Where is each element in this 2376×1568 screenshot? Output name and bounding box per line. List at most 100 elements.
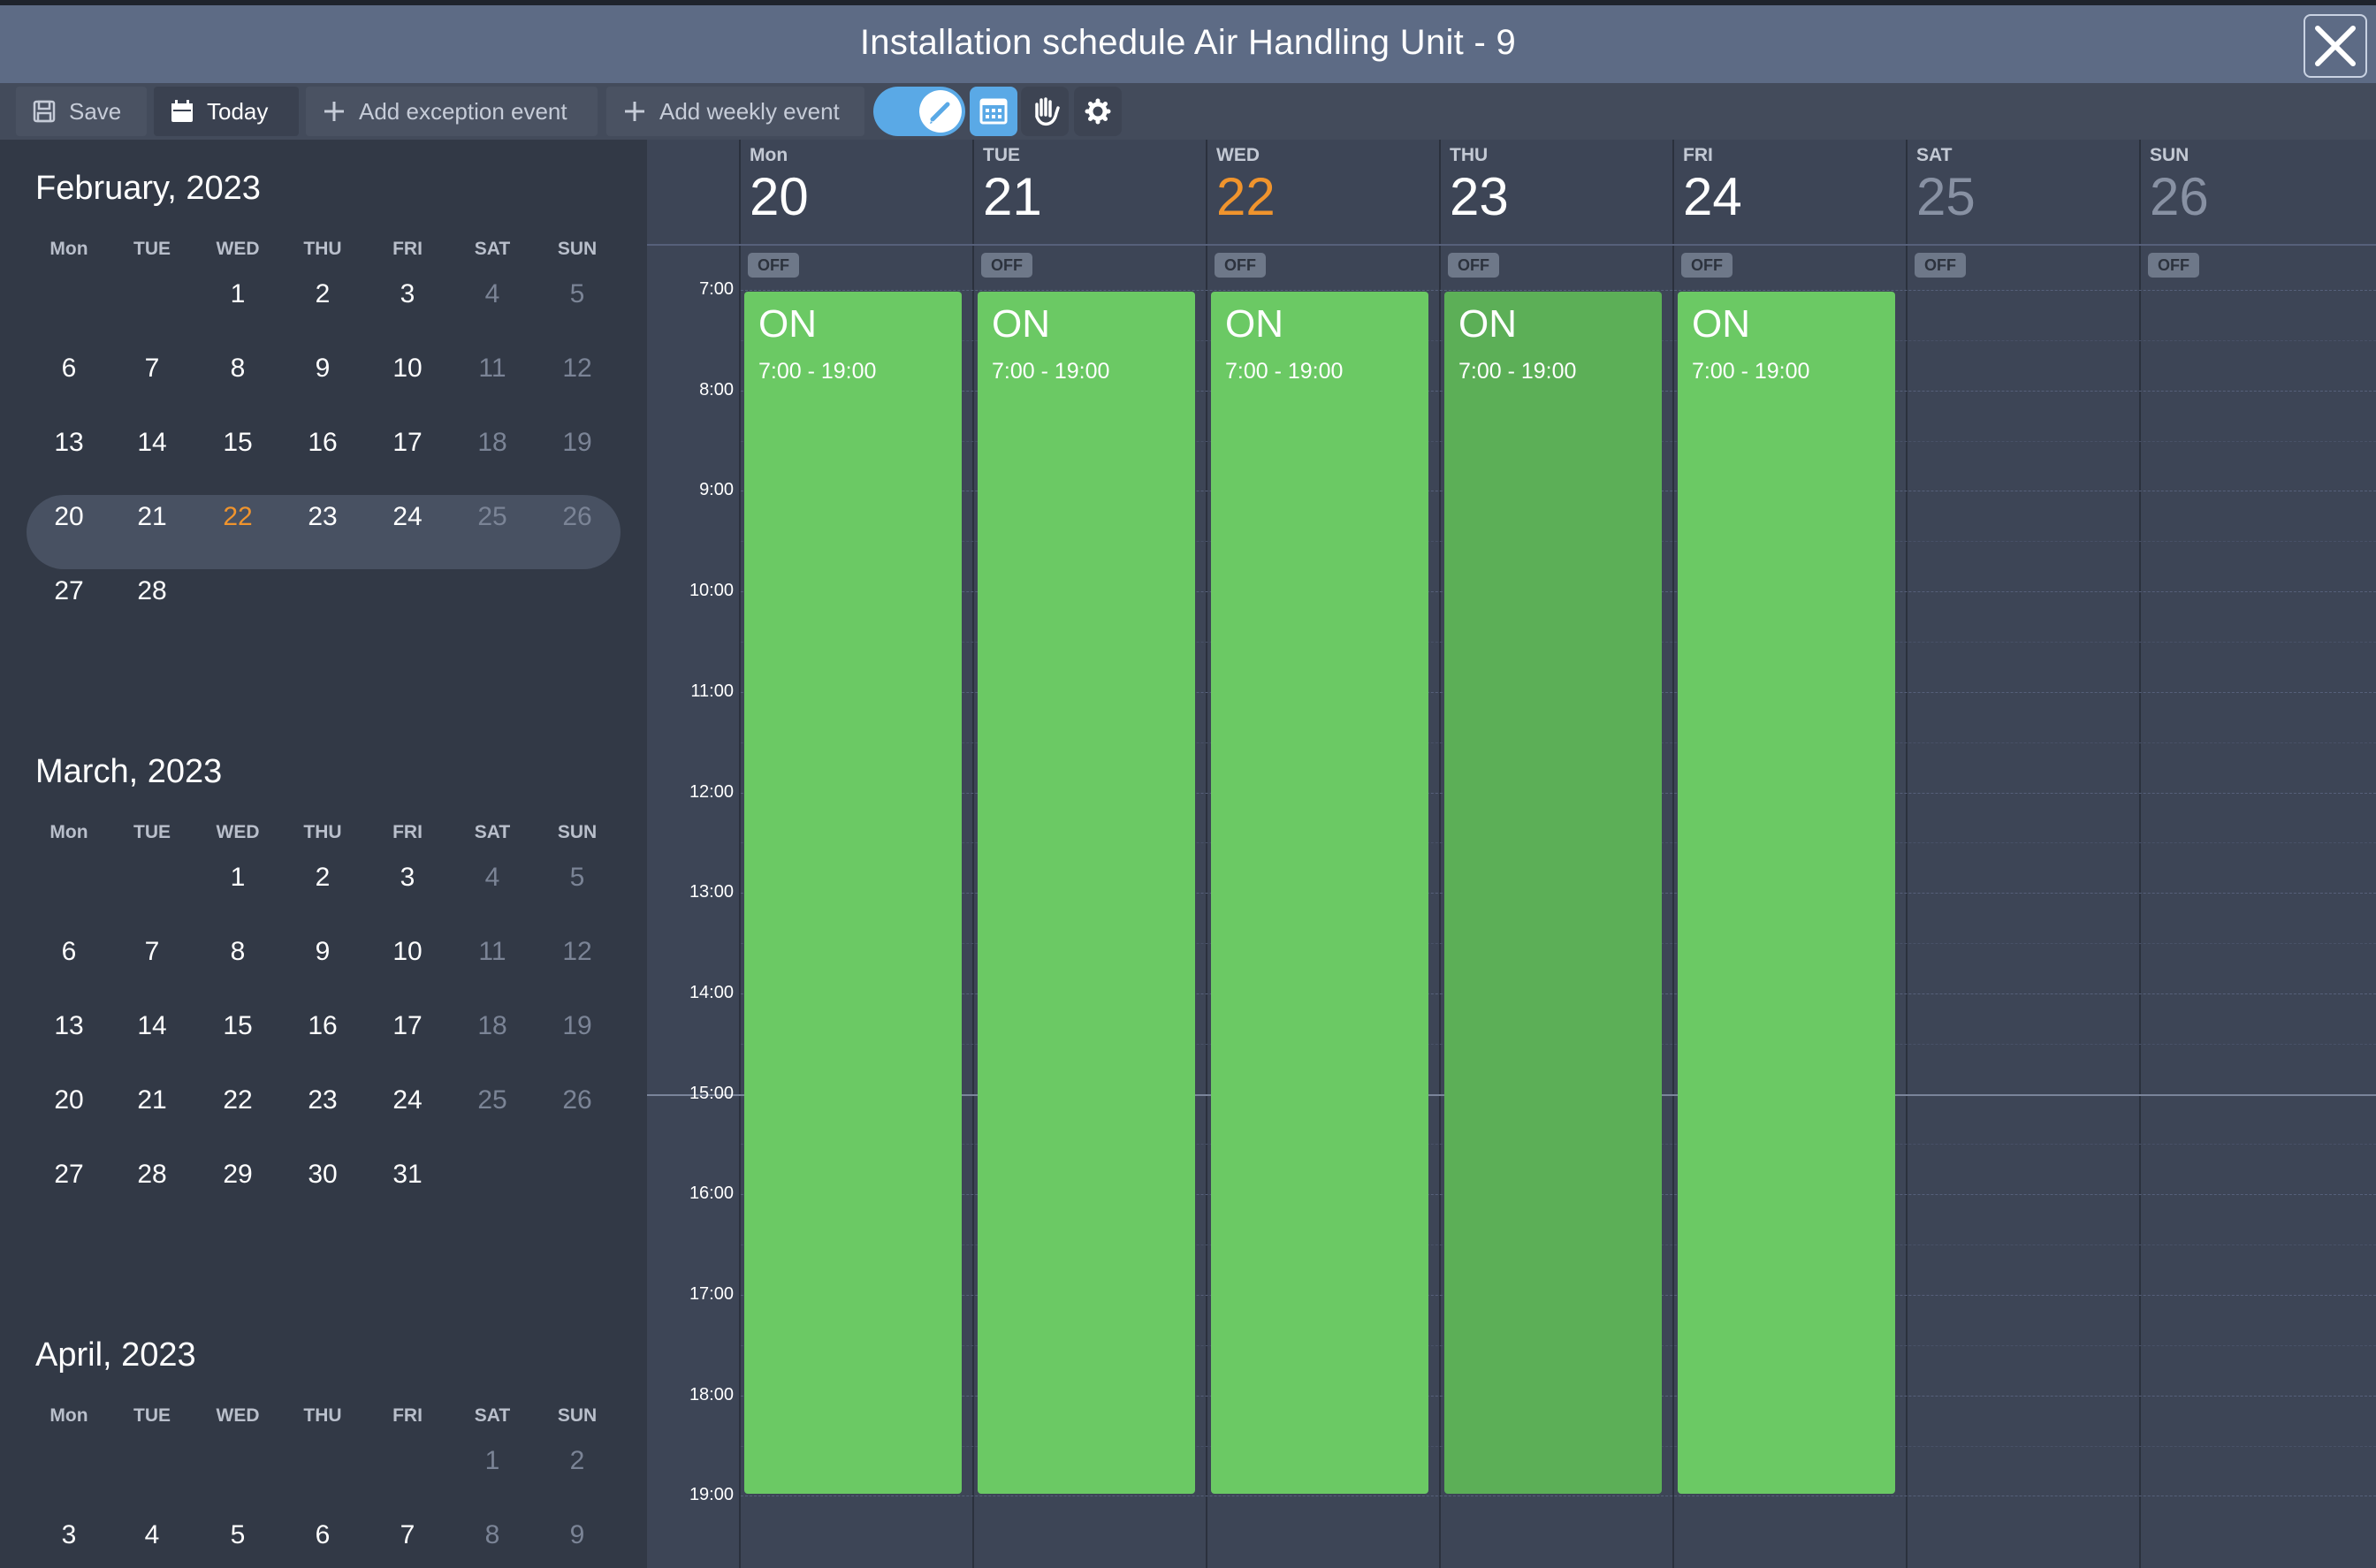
off-badge[interactable]: OFF <box>1681 253 1732 278</box>
settings-button[interactable] <box>1074 87 1122 136</box>
today-button[interactable]: Today <box>154 87 299 136</box>
calendar-day[interactable]: 21 <box>137 1085 166 1115</box>
calendar-day[interactable]: 30 <box>308 1160 337 1190</box>
calendar-day[interactable]: 7 <box>400 1520 415 1550</box>
calendar-day[interactable]: 6 <box>62 937 77 967</box>
calendar-day[interactable]: 8 <box>231 354 246 384</box>
calendar-day[interactable]: 3 <box>400 863 415 893</box>
schedule-event[interactable]: ON 7:00 - 19:00 <box>978 292 1195 1494</box>
calendar-day[interactable]: 1 <box>231 863 246 893</box>
calendar-day[interactable]: 14 <box>137 1011 166 1041</box>
calendar-day[interactable]: 11 <box>478 354 506 384</box>
calendar-day[interactable]: 20 <box>54 1085 83 1115</box>
calendar-day[interactable]: 25 <box>477 502 506 532</box>
calendar-day[interactable]: 6 <box>316 1520 331 1550</box>
calendar-day[interactable]: 29 <box>223 1160 252 1190</box>
calendar-day[interactable]: 23 <box>308 1085 337 1115</box>
calendar-day[interactable]: 26 <box>562 502 591 532</box>
calendar-day[interactable]: 3 <box>400 279 415 309</box>
calendar-day[interactable]: 2 <box>570 1446 585 1476</box>
calendar-day[interactable]: 10 <box>392 937 422 967</box>
calendar-day[interactable]: 9 <box>316 354 331 384</box>
calendar-day[interactable]: 16 <box>308 1011 337 1041</box>
calendar-day[interactable]: 18 <box>477 428 506 458</box>
calendar-day[interactable]: 15 <box>223 1011 252 1041</box>
calendar-day[interactable]: 28 <box>137 576 166 606</box>
calendar-day[interactable]: 8 <box>231 937 246 967</box>
calendar-day[interactable]: 3 <box>62 1520 77 1550</box>
off-badge[interactable]: OFF <box>1915 253 1966 278</box>
weekday-header: SUN <box>557 239 598 259</box>
calendar-day[interactable]: 16 <box>308 428 337 458</box>
calendar-day[interactable]: 22 <box>223 1085 252 1115</box>
day-column-header[interactable]: Mon 20 <box>750 145 809 225</box>
day-column-header[interactable]: SUN 26 <box>2150 145 2209 225</box>
calendar-day[interactable]: 27 <box>54 1160 83 1190</box>
calendar-day[interactable]: 2 <box>316 279 331 309</box>
manual-override-button[interactable] <box>1021 87 1069 136</box>
day-name: Mon <box>750 145 788 165</box>
calendar-day[interactable]: 4 <box>145 1520 160 1550</box>
calendar-view-button[interactable] <box>970 87 1017 136</box>
calendar-day[interactable]: 26 <box>562 1085 591 1115</box>
calendar-day[interactable]: 4 <box>485 863 500 893</box>
calendar-day[interactable]: 7 <box>145 937 160 967</box>
calendar-day[interactable]: 5 <box>570 279 585 309</box>
calendar-day[interactable]: 12 <box>562 937 591 967</box>
calendar-day[interactable]: 21 <box>137 502 166 532</box>
calendar-day[interactable]: 2 <box>316 863 331 893</box>
calendar-day[interactable]: 15 <box>223 428 252 458</box>
calendar-day[interactable]: 18 <box>477 1011 506 1041</box>
close-button[interactable] <box>2304 14 2367 78</box>
calendar-day[interactable]: 17 <box>392 428 422 458</box>
calendar-day[interactable]: 19 <box>562 428 591 458</box>
calendar-day[interactable]: 13 <box>54 428 83 458</box>
calendar-day[interactable]: 9 <box>570 1520 585 1550</box>
calendar-day[interactable]: 28 <box>137 1160 166 1190</box>
schedule-event[interactable]: ON 7:00 - 19:00 <box>1678 292 1895 1494</box>
day-column-header[interactable]: FRI 24 <box>1683 145 1742 225</box>
calendar-day[interactable]: 5 <box>570 863 585 893</box>
schedule-event[interactable]: ON 7:00 - 19:00 <box>744 292 962 1494</box>
schedule-event[interactable]: ON 7:00 - 19:00 <box>1211 292 1428 1494</box>
calendar-day[interactable]: 25 <box>477 1085 506 1115</box>
calendar-day[interactable]: 9 <box>316 937 331 967</box>
calendar-day[interactable]: 22 <box>223 502 252 532</box>
calendar-day[interactable]: 1 <box>231 279 246 309</box>
calendar-day[interactable]: 20 <box>54 502 83 532</box>
add-exception-event-button[interactable]: Add exception event <box>306 87 598 136</box>
calendar-day[interactable]: 1 <box>485 1446 500 1476</box>
edit-mode-toggle[interactable] <box>873 87 965 136</box>
off-badge[interactable]: OFF <box>2148 253 2199 278</box>
calendar-day[interactable]: 24 <box>392 1085 422 1115</box>
calendar-day[interactable]: 11 <box>478 937 506 967</box>
calendar-day[interactable]: 31 <box>392 1160 422 1190</box>
off-badge[interactable]: OFF <box>748 253 799 278</box>
calendar-day[interactable]: 23 <box>308 502 337 532</box>
calendar-day[interactable]: 24 <box>392 502 422 532</box>
off-badge[interactable]: OFF <box>1215 253 1266 278</box>
schedule-event[interactable]: ON 7:00 - 19:00 <box>1444 292 1662 1494</box>
calendar-day[interactable]: 5 <box>231 1520 246 1550</box>
day-column-header[interactable]: SAT 25 <box>1916 145 1976 225</box>
calendar-day[interactable]: 12 <box>562 354 591 384</box>
calendar-day[interactable]: 19 <box>562 1011 591 1041</box>
calendar-day[interactable]: 8 <box>485 1520 500 1550</box>
calendar-day[interactable]: 27 <box>54 576 83 606</box>
calendar-day[interactable]: 10 <box>392 354 422 384</box>
off-badge[interactable]: OFF <box>981 253 1032 278</box>
off-badge[interactable]: OFF <box>1448 253 1499 278</box>
day-column-header[interactable]: TUE 21 <box>983 145 1042 225</box>
calendar-day[interactable]: 14 <box>137 428 166 458</box>
add-weekly-event-button[interactable]: Add weekly event <box>606 87 864 136</box>
calendar-day[interactable]: 17 <box>392 1011 422 1041</box>
calendar-day[interactable]: 7 <box>145 354 160 384</box>
calendar-day[interactable]: 13 <box>54 1011 83 1041</box>
calendar-day[interactable]: 4 <box>485 279 500 309</box>
day-name: WED <box>1216 145 1260 165</box>
calendar-day[interactable]: 6 <box>62 354 77 384</box>
day-column-header[interactable]: WED 22 <box>1216 145 1276 225</box>
save-button[interactable]: Save <box>16 87 147 136</box>
plus-icon <box>322 99 346 124</box>
day-column-header[interactable]: THU 23 <box>1450 145 1509 225</box>
